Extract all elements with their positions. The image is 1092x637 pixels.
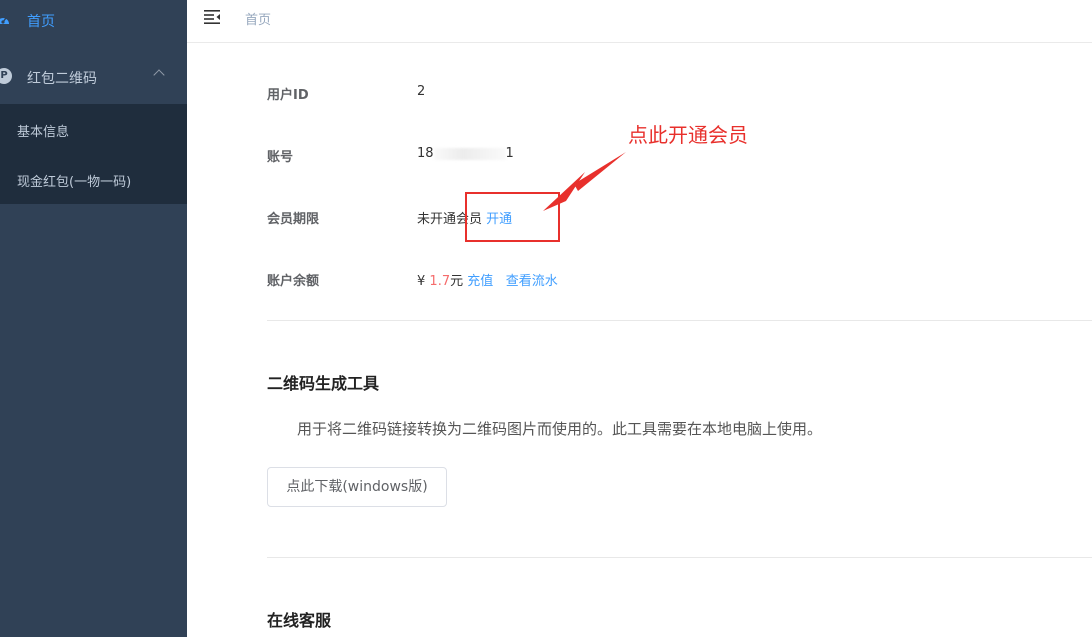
divider bbox=[267, 320, 1092, 321]
recharge-link[interactable]: 充值 bbox=[467, 274, 493, 289]
divider bbox=[267, 557, 1092, 558]
balance-amount: 1.7 bbox=[429, 274, 451, 289]
sidebar-item-label: 现金红包(一物一码) bbox=[17, 175, 132, 190]
balance-unit: 元 bbox=[450, 274, 464, 289]
annotation-text: 点此开通会员 bbox=[628, 123, 748, 147]
sidebar: 首页 P 红包二维码 基本信息 现金红包(一物一码) bbox=[0, 0, 187, 637]
membership-label: 会员期限 bbox=[267, 212, 320, 227]
top-navbar: 首页 bbox=[187, 0, 1092, 43]
sidebar-item-cash-redpacket[interactable]: 现金红包(一物一码) bbox=[0, 154, 187, 204]
sidebar-item-basic-info[interactable]: 基本信息 bbox=[0, 104, 187, 154]
qr-tool-description: 用于将二维码链接转换为二维码图片而使用的。此工具需要在本地电脑上使用。 bbox=[297, 420, 823, 438]
balance-label: 账户余额 bbox=[267, 274, 320, 289]
breadcrumb[interactable]: 首页 bbox=[245, 9, 271, 28]
sidebar-submenu: 基本信息 现金红包(一物一码) bbox=[0, 104, 187, 204]
account-value: 18 1 bbox=[417, 146, 514, 161]
balance-value: ¥ 1.7元 充值 查看流水 bbox=[417, 270, 558, 289]
redacted-mask bbox=[433, 147, 506, 160]
account-suffix: 1 bbox=[505, 146, 514, 161]
sidebar-item-label: 首页 bbox=[27, 14, 55, 30]
qr-tool-title: 二维码生成工具 bbox=[267, 374, 380, 393]
sidebar-item-label: 基本信息 bbox=[17, 125, 70, 140]
sidebar-group-label: 红包二维码 bbox=[27, 71, 97, 87]
menu-fold-icon[interactable] bbox=[204, 9, 221, 24]
user-id-value: 2 bbox=[417, 84, 426, 99]
account-label: 账号 bbox=[267, 150, 294, 165]
annotation-highlight-box bbox=[465, 192, 560, 242]
support-title: 在线客服 bbox=[267, 611, 332, 630]
currency-symbol: ¥ bbox=[417, 274, 426, 289]
user-id-label: 用户ID bbox=[267, 88, 309, 103]
p-circle-icon: P bbox=[0, 68, 12, 84]
chevron-up-icon[interactable] bbox=[153, 69, 165, 81]
sidebar-item-home[interactable]: 首页 bbox=[0, 0, 187, 42]
download-windows-button[interactable]: 点此下载(windows版) bbox=[267, 467, 447, 507]
account-prefix: 18 bbox=[417, 146, 434, 161]
dashboard-icon bbox=[0, 12, 10, 26]
view-history-link[interactable]: 查看流水 bbox=[506, 274, 558, 289]
sidebar-group-redpacket-qrcode[interactable]: P 红包二维码 bbox=[0, 52, 187, 102]
